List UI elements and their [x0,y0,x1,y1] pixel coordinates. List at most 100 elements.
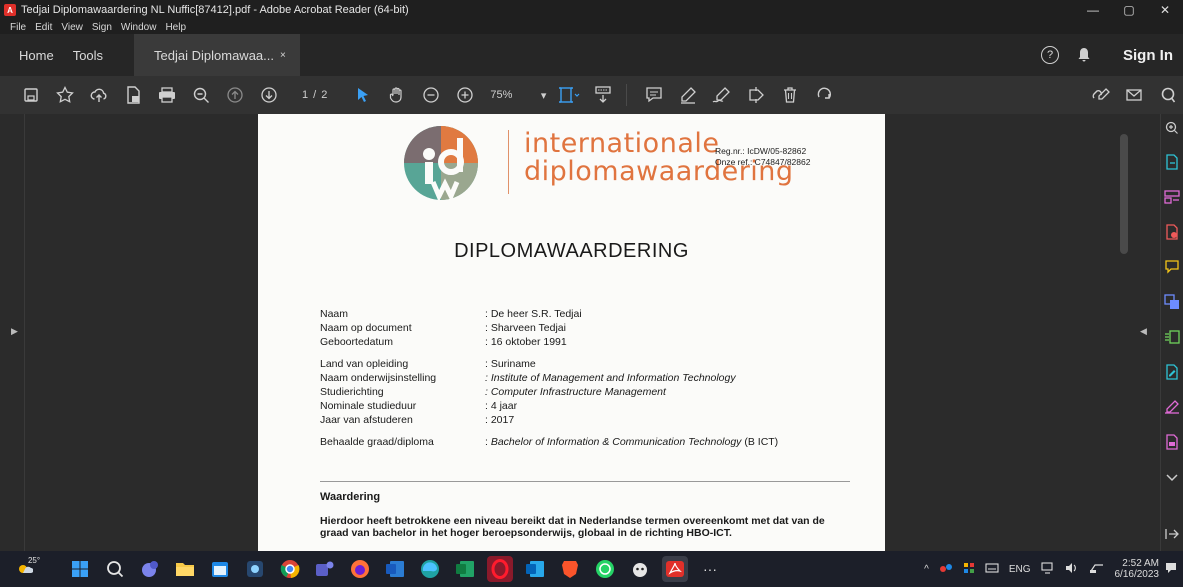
mail-icon[interactable] [1119,80,1149,110]
file-explorer-icon[interactable] [172,556,198,582]
field-value: : Institute of Management and Informatio… [485,372,736,384]
outlook-icon[interactable] [522,556,548,582]
upload-cloud-icon[interactable] [84,80,114,110]
left-panel-collapsed[interactable]: ▶ [0,114,25,551]
whatsapp-icon[interactable] [592,556,618,582]
menu-window[interactable]: Window [121,22,157,33]
collapse-rail-icon[interactable] [1164,526,1180,542]
zoom-in-icon[interactable] [450,80,480,110]
field-value: : Suriname [485,358,536,370]
word-icon[interactable] [382,556,408,582]
tab-home[interactable]: Home [0,34,67,76]
volume-icon[interactable] [1065,562,1079,577]
edit-pdf-icon[interactable] [1164,364,1180,380]
brave-icon[interactable] [557,556,583,582]
fit-page-icon[interactable] [554,80,584,110]
hand-tool-icon[interactable] [382,80,412,110]
compress-pdf-icon[interactable] [1164,329,1180,345]
keyboard-icon[interactable] [985,562,999,576]
search-icon[interactable] [102,556,128,582]
tab-document[interactable]: Tedjai Diplomawaa... × [134,34,301,76]
edge-icon[interactable] [417,556,443,582]
organize-pages-icon[interactable] [1164,189,1180,205]
start-windows-icon[interactable] [67,556,93,582]
document-viewport[interactable]: ▶ internationale diplomawaardering Reg.n… [0,114,1160,551]
tray-app-icon[interactable] [939,562,953,577]
excel-icon[interactable] [452,556,478,582]
calendar-app-icon[interactable] [207,556,233,582]
zoom-out-icon[interactable] [416,80,446,110]
link-edit-icon[interactable] [1085,80,1115,110]
field-value: : 4 jaar [485,400,518,412]
field-value: : De heer S.R. Tedjai [485,308,582,320]
system-clock[interactable]: 2:52 AM 6/16/2023 [1115,558,1160,580]
reference-numbers: Reg.nr.: IcDW/05-82862 Onze ref.: C74847… [715,146,810,168]
field-value: : Sharveen Tedjai [485,322,566,334]
toolbar: 1 / 2 75% ▾ [0,76,1183,114]
delete-icon[interactable] [775,80,805,110]
network-icon[interactable] [1040,561,1055,577]
export-pdf-icon[interactable] [1164,154,1180,170]
rotate-icon[interactable] [809,80,839,110]
field-row: Land van opleiding: Suriname [320,357,778,371]
menu-help[interactable]: Help [165,22,186,33]
field-label: Behaalde graad/diploma [320,436,434,448]
star-icon[interactable] [50,80,80,110]
zoom-search-icon[interactable] [186,80,216,110]
collapse-right-panel-icon[interactable]: ◀ [1140,326,1147,337]
teams-icon[interactable] [312,556,338,582]
comment-icon[interactable] [639,80,669,110]
protect-pdf-icon[interactable] [1164,434,1180,450]
previous-page-icon[interactable] [220,80,250,110]
media-app-icon[interactable] [242,556,268,582]
opera-icon[interactable] [487,556,513,582]
page-indicator[interactable]: 1 / 2 [302,89,328,101]
select-cursor-icon[interactable] [348,80,378,110]
chrome-icon[interactable] [277,556,303,582]
more-apps-icon[interactable]: ··· [697,556,723,582]
close-button[interactable]: ✕ [1147,0,1183,20]
zoom-in-rail-icon[interactable] [1164,120,1180,136]
help-icon[interactable]: ? [1041,46,1059,64]
weather-widget[interactable]: 25° [10,556,40,582]
firefox-icon[interactable] [347,556,373,582]
minimize-button[interactable]: — [1075,0,1111,20]
tray-chevron-icon[interactable]: ^ [924,564,929,575]
sign-in-button[interactable]: Sign In [1123,47,1173,64]
save-icon[interactable] [16,80,46,110]
reference: Onze ref.: C74847/82862 [715,157,811,167]
battery-icon[interactable] [1089,562,1105,577]
create-pdf-icon[interactable] [1164,224,1180,240]
tab-close-icon[interactable]: × [280,50,286,61]
fill-sign-icon[interactable] [1164,399,1180,415]
scroll-mode-icon[interactable] [588,80,618,110]
acrobat-taskbar-icon[interactable] [662,556,688,582]
draw-sign-icon[interactable] [707,80,737,110]
menu-view[interactable]: View [61,22,83,33]
zoom-dropdown[interactable]: 75% ▾ [490,89,546,102]
more-tools-icon[interactable] [1164,470,1180,486]
tab-tools[interactable]: Tools [67,34,116,76]
language-indicator[interactable]: ENG [1009,564,1031,575]
comment-rail-icon[interactable] [1164,259,1180,275]
field-value: : 2017 [485,414,515,426]
stamp-icon[interactable] [741,80,771,110]
cat-app-icon[interactable] [627,556,653,582]
vertical-scrollbar[interactable] [1120,134,1128,254]
menu-sign[interactable]: Sign [92,22,112,33]
menu-file[interactable]: File [10,22,26,33]
highlight-pen-icon[interactable] [673,80,703,110]
tray-network-app-icon[interactable] [963,562,975,577]
chat-icon[interactable] [137,556,163,582]
search-text-icon[interactable] [1153,80,1183,110]
file-share-icon[interactable] [118,80,148,110]
next-page-icon[interactable] [254,80,284,110]
tools-rail [1160,114,1183,551]
notification-icon[interactable] [1165,562,1177,577]
combine-files-icon[interactable] [1164,294,1180,310]
menu-edit[interactable]: Edit [35,22,52,33]
bell-icon[interactable] [1077,48,1091,62]
expand-left-panel-icon[interactable]: ▶ [11,326,18,337]
print-icon[interactable] [152,80,182,110]
maximize-button[interactable]: ▢ [1111,0,1147,20]
